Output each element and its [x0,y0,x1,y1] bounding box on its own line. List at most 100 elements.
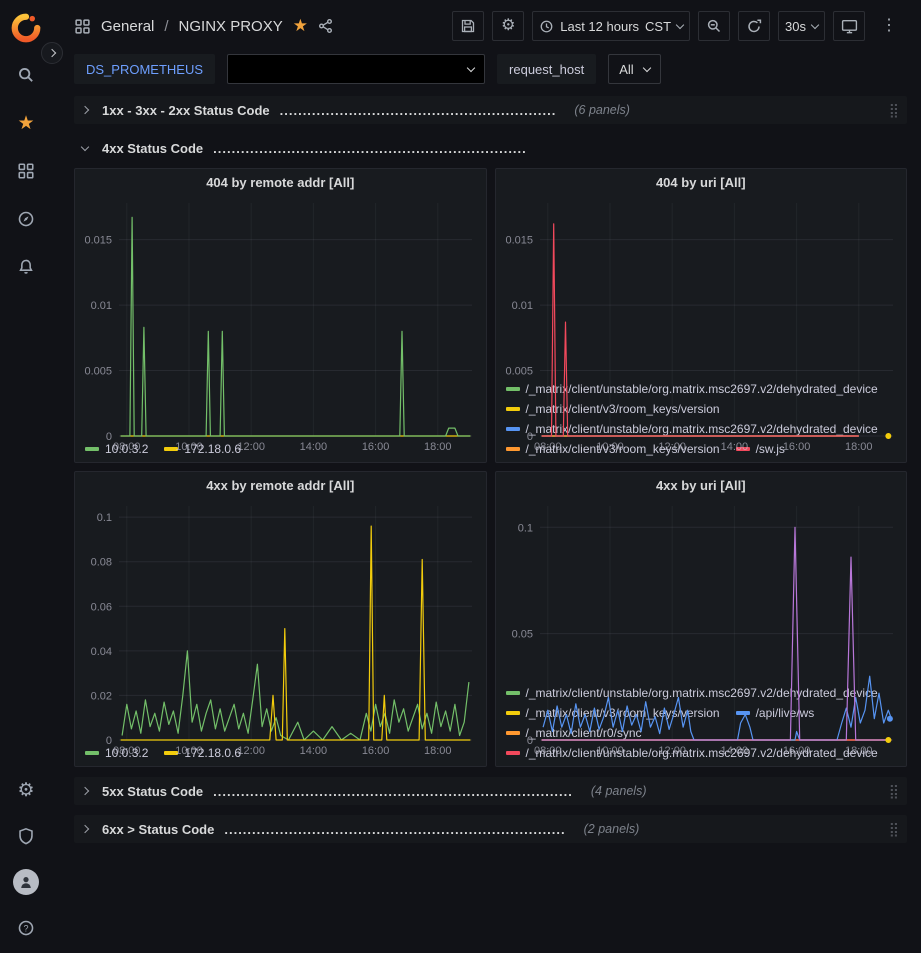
svg-text:14:00: 14:00 [720,745,748,757]
panel-404-by-remote-addr: 404 by remote addr [All] 08:0010:0012:00… [74,168,487,463]
row-4xx[interactable]: 4xx Status Code ........................… [74,134,907,162]
sidebar-item-dashboards[interactable] [4,154,48,188]
drag-handle-icon[interactable]: ⣿ [889,783,899,800]
svg-text:18:00: 18:00 [845,441,873,453]
svg-text:0.08: 0.08 [91,557,112,569]
favorite-star-icon[interactable]: ★ [293,16,308,36]
panel-title[interactable]: 4xx by uri [All] [496,472,907,498]
panel-grid: 404 by remote addr [All] 08:00 10:00 12:00… [74,168,907,767]
monitor-icon [841,18,858,35]
svg-text:0.005: 0.005 [84,366,112,378]
grafana-app: ★ [0,0,921,953]
drag-handle-icon[interactable]: ⣿ [889,821,899,838]
sidebar-top-nav: ★ [4,58,48,284]
panel-title[interactable]: 404 by remote addr [All] [75,169,486,195]
svg-text:08:00: 08:00 [113,441,141,453]
time-series-chart[interactable]: 08:0010:0012:0014:0016:0018:0000.020.040… [75,498,486,744]
page-title: NGINX PROXY [179,18,283,35]
refresh-interval-dropdown[interactable]: 30s [778,11,825,41]
chevron-right-icon [82,826,92,832]
row-5xx[interactable]: 5xx Status Code ........................… [74,777,907,805]
submenu-bar: DS_PROMETHEUS request_host All [52,52,921,92]
sidebar-expand-button[interactable] [41,42,63,64]
chevron-down-icon [811,20,819,28]
sidebar-item-alerting[interactable] [4,250,48,284]
row-panel-count: (4 panels) [591,784,647,798]
save-dashboard-button[interactable] [452,11,484,41]
panel-404-by-uri: 404 by uri [All] 08:00 10:00 12:00 14:00 16:… [495,168,908,463]
refresh-button[interactable] [738,11,770,41]
breadcrumb-folder[interactable]: General [101,18,154,35]
panel-title[interactable]: 4xx by remote addr [All] [75,472,486,498]
share-icon[interactable] [318,18,334,34]
sidebar-item-explore[interactable] [4,202,48,236]
chevron-down-icon [467,63,475,71]
dashboard-settings-button[interactable]: ⚙ [492,11,524,41]
svg-text:12:00: 12:00 [658,441,686,453]
kebab-icon: ⋮ [881,18,897,34]
sidebar-item-server-admin[interactable] [4,819,48,853]
time-series-chart[interactable]: 08:0010:0012:0014:0016:0018:0000.050.1 [496,498,907,684]
zoom-out-button[interactable] [698,11,730,41]
row-panel-count: (6 panels) [574,103,630,117]
svg-text:0.1: 0.1 [517,522,532,534]
bell-icon [17,258,35,276]
svg-text:0: 0 [526,735,532,747]
svg-text:0: 0 [526,431,532,443]
row-title-dots: ........................................… [280,103,557,118]
sidebar-item-starred[interactable]: ★ [4,106,48,140]
svg-text:08:00: 08:00 [534,441,562,453]
sidebar-item-configuration[interactable]: ⚙ [4,773,48,807]
variable-datasource-select[interactable] [227,54,485,84]
svg-text:08:00: 08:00 [113,745,141,757]
grafana-logo-icon [11,13,41,43]
row-1xx-3xx-2xx[interactable]: 1xx - 3xx - 2xx Status Code ............… [74,96,907,124]
svg-text:0.06: 0.06 [91,601,112,613]
time-range-picker[interactable]: Last 12 hours CST [532,11,690,41]
breadcrumb-separator: / [164,18,168,35]
dashboards-grid-icon [17,162,35,180]
svg-text:10:00: 10:00 [175,745,203,757]
svg-text:0.015: 0.015 [84,235,112,247]
zoom-out-icon [706,18,722,34]
sidebar-item-help[interactable]: ? [4,911,48,945]
svg-text:16:00: 16:00 [782,441,810,453]
refresh-icon [746,18,762,34]
refresh-interval-label: 30s [785,19,806,34]
svg-text:0.02: 0.02 [91,690,112,702]
svg-text:14:00: 14:00 [300,441,328,453]
variable-request-host-select[interactable]: All [608,54,660,84]
kebab-menu-button[interactable]: ⋮ [873,11,905,41]
chevron-down-icon [82,147,92,150]
time-series-chart[interactable]: 08:0010:0012:0014:0016:0018:0000.0050.01… [75,195,486,440]
variable-datasource-label[interactable]: DS_PROMETHEUS [74,54,215,84]
svg-text:18:00: 18:00 [424,441,452,453]
row-6xx[interactable]: 6xx > Status Code ......................… [74,815,907,843]
svg-text:10:00: 10:00 [596,745,624,757]
grafana-logo[interactable] [6,8,46,48]
chevron-down-icon [642,63,650,71]
panel-title[interactable]: 404 by uri [All] [496,169,907,195]
chevron-right-icon [48,49,56,57]
save-icon [460,18,476,34]
sidebar-item-search[interactable] [4,58,48,92]
svg-text:0.01: 0.01 [511,300,532,312]
apps-grid-icon[interactable] [74,18,91,35]
drag-handle-icon[interactable]: ⣿ [889,102,899,119]
time-series-chart[interactable]: 08:0010:0012:0014:0016:0018:0000.0050.01… [496,195,907,380]
svg-text:10:00: 10:00 [596,441,624,453]
tv-view-button[interactable] [833,11,865,41]
svg-text:0.05: 0.05 [511,629,532,641]
sidebar-item-profile[interactable] [4,865,48,899]
svg-text:12:00: 12:00 [658,745,686,757]
svg-text:0: 0 [106,735,112,747]
svg-text:0.005: 0.005 [505,366,533,378]
panel-4xx-by-remote-addr: 4xx by remote addr [All] 08:0010:0012:00… [74,471,487,767]
svg-text:14:00: 14:00 [720,441,748,453]
row-title-dots: ........................................… [224,822,565,837]
svg-text:0.01: 0.01 [91,300,112,312]
chevron-right-icon [82,788,92,794]
svg-text:?: ? [23,923,28,933]
row-title: 6xx > Status Code [102,822,214,837]
svg-text:16:00: 16:00 [362,745,390,757]
